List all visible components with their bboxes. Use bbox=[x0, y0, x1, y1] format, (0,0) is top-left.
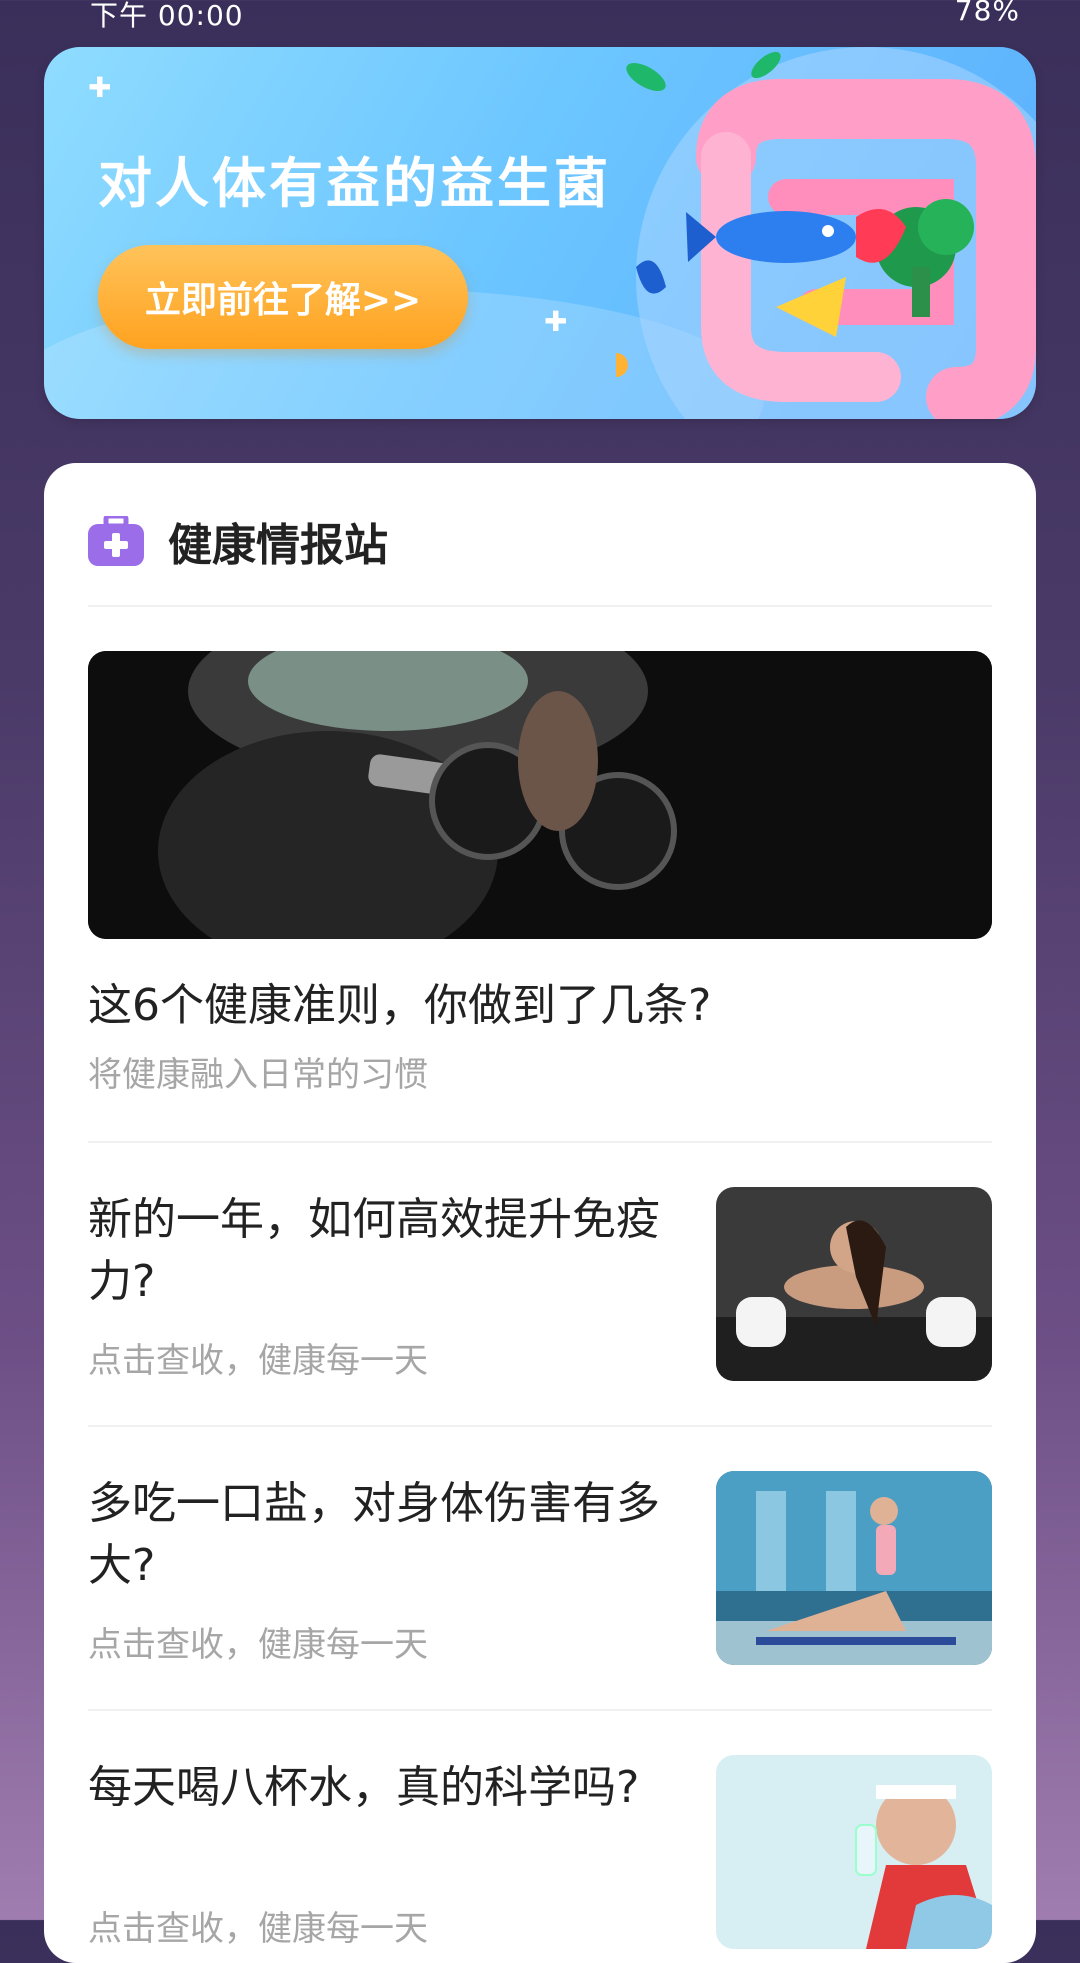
featured-article-title: 这6个健康准则，你做到了几条? bbox=[88, 980, 712, 1031]
intestine-illustration bbox=[616, 47, 1036, 419]
divider bbox=[88, 605, 992, 607]
probiotics-banner[interactable]: ✚ ✚ 对人体有益的益生菌 立即前往了解>> bbox=[44, 47, 1036, 419]
learn-more-button[interactable]: 立即前往了解>> bbox=[98, 245, 468, 349]
medical-kit-icon bbox=[88, 516, 144, 566]
health-info-card: 健康情报站 这6个健康准则，你做到了几条? 将健康融入日常的习惯 新的一年，如何… bbox=[44, 463, 1036, 1963]
status-battery: 78% bbox=[954, 0, 1020, 27]
article-thumbnail bbox=[716, 1187, 992, 1381]
card-header: 健康情报站 bbox=[88, 511, 388, 571]
featured-article-subtitle: 将健康融入日常的习惯 bbox=[88, 1055, 428, 1095]
article-thumbnail bbox=[716, 1471, 992, 1665]
card-title: 健康情报站 bbox=[168, 520, 388, 571]
article-subtitle: 点击查收，健康每一天 bbox=[88, 1909, 428, 1949]
divider bbox=[88, 1709, 992, 1711]
article-subtitle: 点击查收，健康每一天 bbox=[88, 1341, 428, 1381]
divider bbox=[88, 1425, 992, 1427]
article-title: 每天喝八杯水，真的科学吗? bbox=[88, 1762, 640, 1813]
article-title: 多吃一口盐，对身体伤害有多大? bbox=[88, 1478, 660, 1591]
sparkle-icon: ✚ bbox=[88, 71, 112, 104]
status-time: 下午 00:00 bbox=[90, 0, 244, 32]
status-bar: 下午 00:00 78% bbox=[0, 0, 1080, 40]
divider bbox=[88, 1141, 992, 1143]
banner-title: 对人体有益的益生菌 bbox=[98, 152, 611, 215]
article-title: 新的一年，如何高效提升免疫力? bbox=[88, 1194, 660, 1307]
article-subtitle: 点击查收，健康每一天 bbox=[88, 1625, 428, 1665]
sparkle-icon: ✚ bbox=[544, 305, 568, 338]
featured-article-image bbox=[88, 651, 992, 939]
